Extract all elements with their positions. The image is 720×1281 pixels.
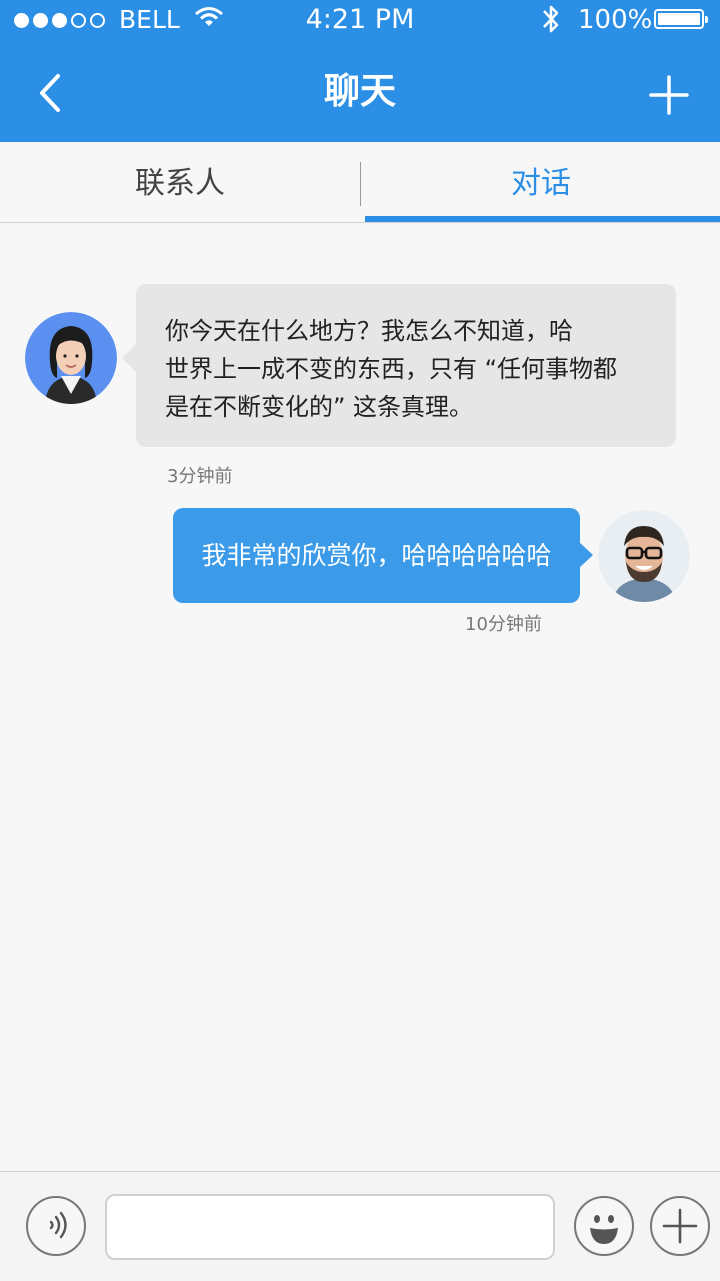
active-tab-indicator bbox=[365, 216, 720, 222]
tab-contacts[interactable]: 联系人 bbox=[0, 142, 360, 222]
page-title: 聊天 bbox=[323, 71, 396, 112]
app-header: BELL 4:21 PM 100% 聊天 bbox=[0, 0, 720, 142]
battery-icon bbox=[654, 9, 708, 29]
incoming-message-bubble[interactable]: 你今天在什么地方？我怎么不知道，哈 世界上一成不变的东西，只有 “任何事物都 是… bbox=[122, 284, 676, 447]
voice-icon bbox=[49, 1211, 67, 1239]
add-button[interactable] bbox=[644, 70, 694, 120]
message-line: 你今天在什么地方？我怎么不知道，哈 bbox=[165, 317, 573, 345]
status-bar: BELL 4:21 PM 100% bbox=[0, 0, 720, 40]
bluetooth-icon bbox=[540, 2, 562, 48]
outgoing-message-time: 10分钟前 bbox=[465, 614, 542, 635]
tab-bar: 联系人 对话 bbox=[0, 142, 720, 223]
voice-button[interactable] bbox=[26, 1196, 86, 1256]
battery-percent: 100% bbox=[578, 5, 653, 35]
tab-conversation[interactable]: 对话 bbox=[361, 142, 720, 222]
message-input[interactable] bbox=[105, 1194, 555, 1260]
message-line: 是在不断变化的” 这条真理。 bbox=[165, 393, 474, 421]
more-button[interactable] bbox=[650, 1196, 710, 1256]
message-text: 我非常的欣赏你，哈哈哈哈哈哈 bbox=[201, 541, 552, 570]
plus-icon bbox=[662, 1208, 698, 1244]
message-input-bar bbox=[0, 1171, 720, 1281]
emoji-button[interactable] bbox=[574, 1196, 634, 1256]
incoming-message-time: 3分钟前 bbox=[167, 466, 233, 487]
smiley-icon bbox=[590, 1215, 618, 1244]
outgoing-message-bubble[interactable]: 我非常的欣赏你，哈哈哈哈哈哈 bbox=[173, 508, 593, 603]
user-avatar[interactable] bbox=[598, 510, 690, 602]
message-line: 世界上一成不变的东西，只有 “任何事物都 bbox=[165, 355, 618, 383]
plus-icon bbox=[649, 75, 689, 115]
contact-avatar[interactable] bbox=[25, 312, 117, 404]
